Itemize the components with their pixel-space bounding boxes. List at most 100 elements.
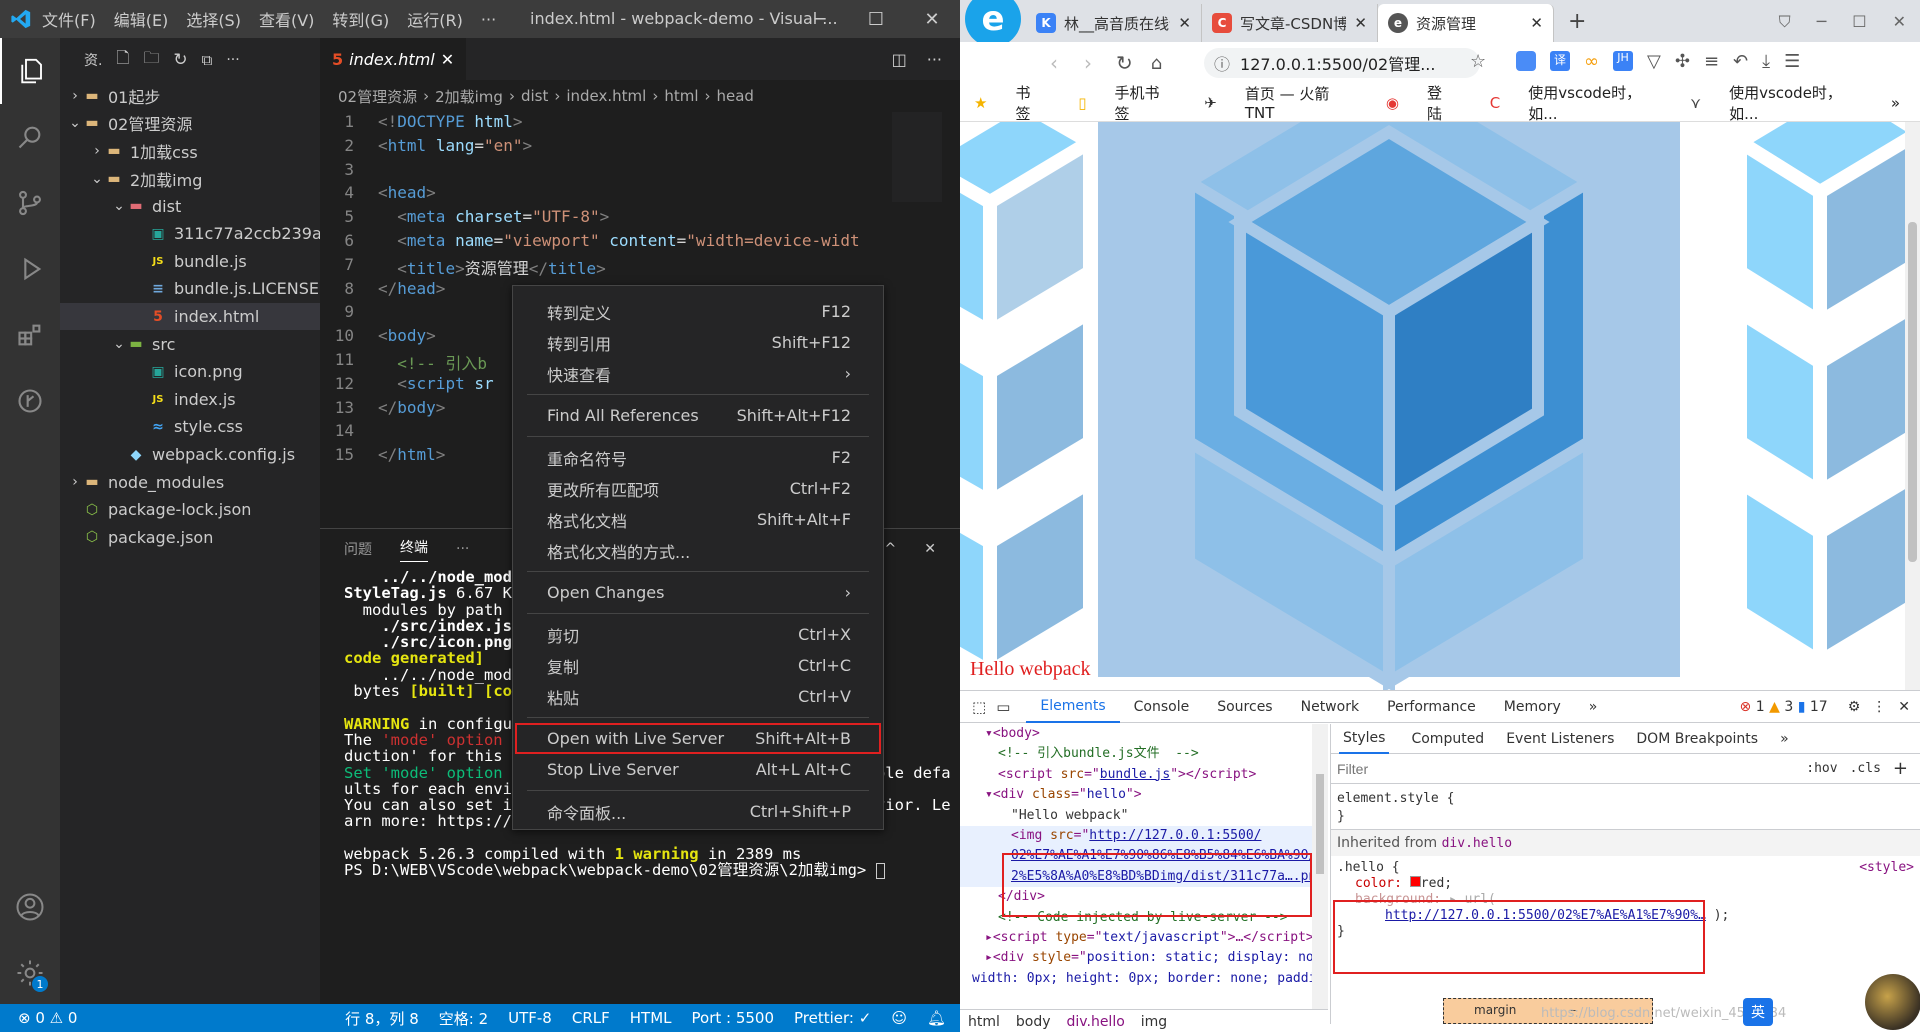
tab-close-icon[interactable]: ✕ [1530, 14, 1543, 32]
undo-icon[interactable]: ↶ [1733, 51, 1748, 72]
context-menu-item[interactable]: Stop Live Server Alt+L Alt+C [513, 754, 883, 785]
add-rule-icon[interactable]: + [1893, 758, 1908, 779]
tree-file[interactable]: ▣ icon.png [60, 358, 320, 386]
tree-file[interactable]: ◆ webpack.config.js [60, 441, 320, 469]
extensions-icon[interactable] [0, 302, 60, 368]
extensions-puzzle-icon[interactable]: ✣ [1675, 51, 1690, 72]
cls-toggle[interactable]: .cls [1850, 761, 1881, 776]
editor-tab[interactable]: 5 index.html ✕ [320, 38, 467, 80]
collapse-all-icon[interactable]: ⧉ [202, 51, 213, 69]
context-menu-item[interactable]: 重命名符号 F2 [513, 442, 883, 473]
tab-close-icon[interactable]: ✕ [1354, 14, 1367, 32]
skin-icon[interactable]: ⛉ [1779, 12, 1791, 32]
ime-indicator[interactable]: 英 [1743, 998, 1773, 1026]
error-count[interactable]: ⊗ 1 ▲ 3 ▮ 17 [1740, 699, 1828, 715]
menu-item[interactable]: 查看(V) [259, 7, 314, 31]
forward-icon[interactable]: › [1084, 51, 1092, 75]
devtools-divider-scrollbar[interactable] [1312, 724, 1328, 1009]
more-actions-icon[interactable]: ··· [226, 52, 239, 68]
dom-node[interactable]: ▸<script type="text/javascript">…</scrip… [960, 928, 1328, 948]
new-tab-icon[interactable]: + [1568, 9, 1586, 34]
menu-item[interactable]: 文件(F) [42, 7, 96, 31]
menu-item[interactable]: 选择(S) [186, 7, 241, 31]
dom-breadcrumb[interactable]: body [1016, 1014, 1051, 1030]
context-menu-item[interactable]: 格式化文档 Shift+Alt+F [513, 504, 883, 535]
line-endings[interactable]: CRLF [572, 1009, 610, 1027]
prettier-status[interactable]: Prettier: ✓ [794, 1009, 871, 1027]
ext-blue-icon[interactable] [1516, 51, 1536, 71]
bookmark-item[interactable]: ◉ 登陆 [1386, 82, 1468, 124]
context-menu-item[interactable]: 剪切 Ctrl+X [513, 619, 883, 650]
new-file-icon[interactable]: 🗋 [116, 47, 129, 74]
tree-folder[interactable]: › ▬ 1加载css [60, 137, 320, 165]
tree-file[interactable]: 5 index.html [60, 302, 320, 331]
git-graph-icon[interactable] [0, 368, 60, 434]
browser-tab[interactable]: C 写文章-CSDN博客 ✕ [1202, 4, 1378, 42]
breadcrumb-item[interactable]: head [717, 87, 754, 105]
devtools-more-icon[interactable]: ⋮ [1872, 699, 1886, 715]
ext-infinity-icon[interactable]: ∞ [1584, 51, 1599, 72]
context-menu-item[interactable]: 更改所有匹配项 Ctrl+F2 [513, 473, 883, 504]
language-mode[interactable]: HTML [630, 1009, 672, 1027]
dom-node[interactable]: ▾<body> [960, 724, 1328, 744]
devtools-tab[interactable]: Elements [1026, 691, 1120, 723]
breadcrumb-item[interactable]: html [664, 87, 698, 105]
dom-node[interactable]: <script src="bundle.js"></script> [960, 765, 1328, 785]
maximize-icon[interactable]: ☐ [848, 0, 904, 38]
device-toggle-icon[interactable]: ▭ [996, 698, 1010, 716]
tree-folder[interactable]: ⌄ ▬ 2加载img [60, 165, 320, 193]
context-menu-item[interactable]: 转到引用 Shift+F12 [513, 327, 883, 358]
devtools-tab[interactable]: Network [1287, 691, 1373, 723]
bookmarks-more-icon[interactable]: » [1891, 94, 1900, 112]
context-menu-item[interactable]: Find All References Shift+Alt+F12 [513, 400, 883, 431]
feedback-icon[interactable]: ☺ [891, 1009, 907, 1027]
tree-file[interactable]: JS bundle.js [60, 248, 320, 276]
maximize-icon[interactable]: ☐ [1852, 12, 1866, 32]
download-icon[interactable]: ⤓ [1762, 51, 1770, 72]
breadcrumb-item[interactable]: 2加载img [435, 86, 503, 107]
dom-node[interactable]: <!-- 引入bundle.js文件 --> [960, 744, 1328, 764]
devtools-tab[interactable]: Sources [1203, 691, 1286, 723]
styles-tab[interactable]: » [1780, 731, 1789, 747]
color-swatch[interactable] [1409, 876, 1421, 887]
run-debug-icon[interactable] [0, 236, 60, 302]
styles-tab[interactable]: Event Listeners [1506, 731, 1614, 747]
cursor-position[interactable]: 行 8，列 8 [345, 1008, 419, 1029]
menu-item[interactable]: 转到(G) [332, 7, 389, 31]
close-icon[interactable]: ✕ [904, 0, 960, 38]
ext-jh-icon[interactable]: JH [1613, 51, 1633, 71]
split-editor-icon[interactable]: ◫ [892, 50, 907, 69]
context-menu-item[interactable]: 快速查看 › [513, 358, 883, 389]
site-info-icon[interactable]: ⓘ [1214, 51, 1230, 75]
new-folder-icon[interactable]: 🗀 [143, 47, 159, 74]
browser-tab[interactable]: e 资源管理 ✕ [1378, 4, 1554, 42]
back-icon[interactable]: ‹ [1050, 51, 1058, 75]
styles-tab[interactable]: Styles [1339, 724, 1390, 754]
styles-tab[interactable]: DOM Breakpoints [1636, 731, 1758, 747]
bookmark-item[interactable]: ✈ 首页 — 火箭 TNT [1204, 83, 1364, 122]
inspect-element-icon[interactable]: ⬚ [972, 698, 986, 716]
color-value[interactable]: red; [1421, 876, 1452, 891]
encoding[interactable]: UTF-8 [508, 1009, 552, 1027]
dom-node[interactable]: width: 0px; height: 0px; border: none; p… [960, 969, 1328, 989]
close-icon[interactable]: ✕ [1893, 12, 1906, 32]
dom-breadcrumb[interactable]: html [968, 1014, 1000, 1030]
bookmark-item[interactable]: ★ 书签 [974, 82, 1056, 124]
editor-more-icon[interactable]: ··· [927, 50, 942, 69]
devtools-tab[interactable]: Console [1120, 691, 1204, 723]
tab-problems[interactable]: 问题 [344, 539, 372, 559]
playlist-icon[interactable]: ≡ [1704, 51, 1719, 72]
context-menu-item[interactable]: Open with Live Server Shift+Alt+B [515, 723, 881, 754]
panel-more-icon[interactable]: ··· [456, 541, 469, 557]
bookmark-item[interactable]: C 使用vscode时，如... [1490, 82, 1668, 124]
devtools-close-icon[interactable]: ✕ [1898, 699, 1910, 715]
bookmark-item[interactable]: ▯ 手机书签 [1078, 82, 1182, 124]
styles-tab[interactable]: Computed [1411, 731, 1484, 747]
notifications-icon[interactable]: 🔔︎ [927, 1009, 946, 1027]
minimize-icon[interactable]: ─ [1817, 12, 1827, 32]
search-icon[interactable] [0, 104, 60, 170]
live-server-port[interactable]: Port : 5500 [692, 1009, 775, 1027]
breadcrumb-item[interactable]: 02管理资源 [338, 86, 417, 107]
tree-folder[interactable]: › ▬ node_modules [60, 468, 320, 496]
dom-node[interactable]: ▾<div class="hello"> [960, 785, 1328, 805]
